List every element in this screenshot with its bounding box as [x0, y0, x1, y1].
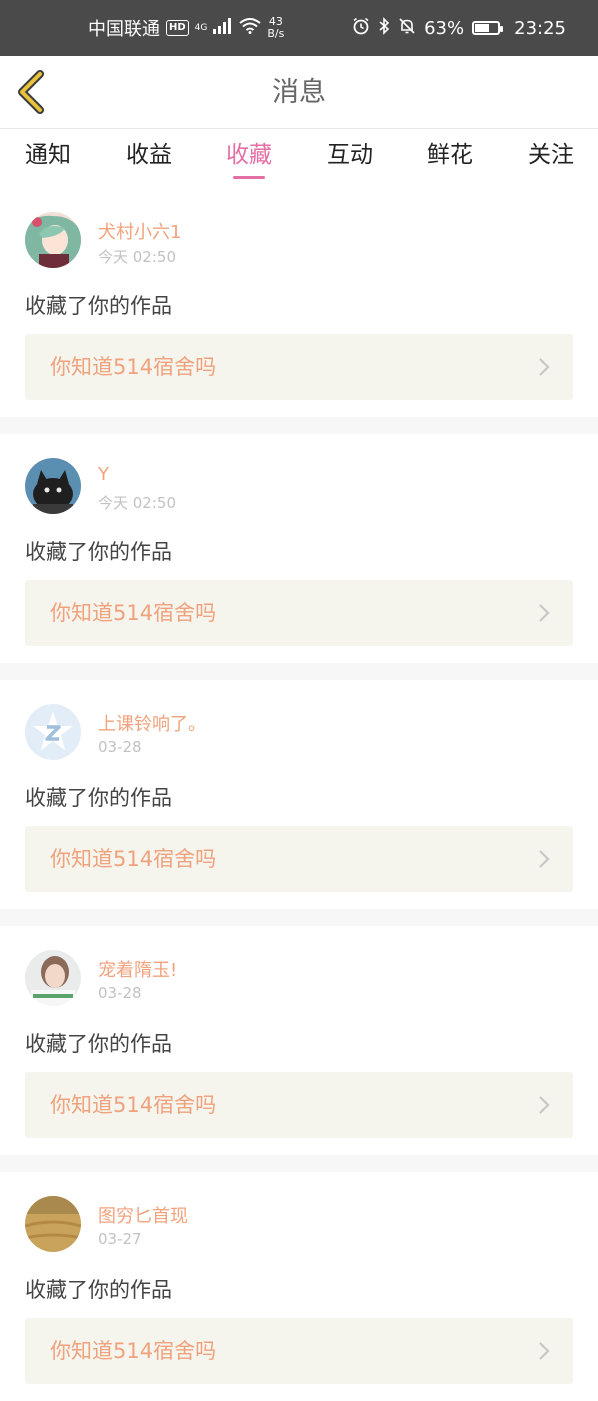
divider [0, 663, 598, 680]
username[interactable]: 图穷匕首现 [98, 1202, 188, 1228]
anime-girl-avatar-icon [25, 212, 81, 268]
bluetooth-icon [378, 16, 390, 40]
work-link[interactable]: 你知道514宿舍吗 [25, 334, 573, 400]
message-item: 宠着隋玉! 03-28 收藏了你的作品 你知道514宿舍吗 [0, 926, 598, 1155]
tab-bar: 通知 收益 收藏 互动 鲜花 关注 [0, 129, 598, 185]
work-title: 你知道514宿舍吗 [50, 355, 217, 379]
tab-follow[interactable]: 关注 [511, 129, 591, 185]
clock: 23:25 [514, 17, 566, 39]
timestamp: 03-28 [98, 738, 142, 756]
divider [0, 909, 598, 926]
avatar[interactable] [25, 212, 81, 268]
field-avatar-icon [25, 1196, 81, 1252]
username[interactable]: Y [98, 464, 109, 485]
tab-flowers[interactable]: 鲜花 [410, 129, 490, 185]
work-title: 你知道514宿舍吗 [50, 601, 217, 625]
timestamp: 今天 02:50 [98, 248, 176, 266]
tab-interaction[interactable]: 互动 [310, 129, 390, 185]
battery-icon [472, 21, 504, 35]
action-text: 收藏了你的作品 [25, 786, 172, 810]
work-link[interactable]: 你知道514宿舍吗 [25, 1318, 573, 1384]
action-text: 收藏了你的作品 [25, 1278, 172, 1302]
tab-label: 通知 [25, 142, 71, 168]
carrier-name: 中国联通 [88, 19, 160, 40]
work-link[interactable]: 你知道514宿舍吗 [25, 826, 573, 892]
chevron-right-icon [539, 1096, 550, 1114]
work-link[interactable]: 你知道514宿舍吗 [25, 580, 573, 646]
timestamp: 今天 02:50 [98, 494, 176, 512]
divider [0, 417, 598, 434]
cat-avatar-icon [25, 458, 81, 514]
chevron-right-icon [539, 850, 550, 868]
avatar[interactable] [25, 950, 81, 1006]
message-item: 犬村小六1 今天 02:50 收藏了你的作品 你知道514宿舍吗 [0, 188, 598, 417]
message-list: 犬村小六1 今天 02:50 收藏了你的作品 你知道514宿舍吗 Y 今天 02… [0, 188, 598, 1401]
net-speed-unit: B/s [267, 27, 285, 40]
tab-notify[interactable]: 通知 [8, 129, 88, 185]
tab-label: 鲜花 [427, 142, 473, 168]
action-text: 收藏了你的作品 [25, 540, 172, 564]
alarm-icon [352, 17, 370, 40]
work-title: 你知道514宿舍吗 [50, 1339, 217, 1363]
avatar[interactable] [25, 458, 81, 514]
tab-label: 关注 [528, 142, 574, 168]
header-bar: 消息 [0, 56, 598, 129]
message-item: 上课铃响了。 03-28 收藏了你的作品 你知道514宿舍吗 [0, 680, 598, 909]
tab-label: 收益 [126, 142, 172, 168]
signal-icon [213, 17, 233, 39]
status-bar: 中国联通 HD 4G 43 B/s 63% 23:25 [0, 0, 598, 56]
tab-label: 互动 [327, 142, 373, 168]
chevron-right-icon [539, 358, 550, 376]
girl-photo-avatar-icon [25, 950, 81, 1006]
tab-favorites[interactable]: 收藏 [209, 129, 289, 185]
page-title: 消息 [272, 77, 326, 108]
chevron-right-icon [539, 604, 550, 622]
hd-badge: HD [166, 20, 189, 36]
work-title: 你知道514宿舍吗 [50, 1093, 217, 1117]
work-link[interactable]: 你知道514宿舍吗 [25, 1072, 573, 1138]
wifi-icon [239, 17, 261, 39]
mute-bell-icon [398, 17, 416, 40]
chevron-right-icon [539, 1342, 550, 1360]
username[interactable]: 犬村小六1 [98, 218, 181, 244]
tab-label: 收藏 [226, 142, 272, 168]
avatar[interactable] [25, 1196, 81, 1252]
default-z-avatar-icon [25, 704, 81, 760]
active-tab-indicator [233, 176, 265, 179]
message-item: Y 今天 02:50 收藏了你的作品 你知道514宿舍吗 [0, 434, 598, 663]
timestamp: 03-27 [98, 1230, 142, 1248]
net-speed: 43 B/s [267, 16, 284, 40]
signal-type: 4G [194, 23, 208, 33]
tab-earnings[interactable]: 收益 [109, 129, 189, 185]
username[interactable]: 宠着隋玉! [98, 956, 177, 982]
avatar[interactable] [25, 704, 81, 760]
action-text: 收藏了你的作品 [25, 294, 172, 318]
message-item: 图穷匕首现 03-27 收藏了你的作品 你知道514宿舍吗 [0, 1172, 598, 1401]
action-text: 收藏了你的作品 [25, 1032, 172, 1056]
battery-percent: 63% [424, 17, 465, 39]
username[interactable]: 上课铃响了。 [98, 710, 206, 736]
divider [0, 1155, 598, 1172]
work-title: 你知道514宿舍吗 [50, 847, 217, 871]
timestamp: 03-28 [98, 984, 142, 1002]
